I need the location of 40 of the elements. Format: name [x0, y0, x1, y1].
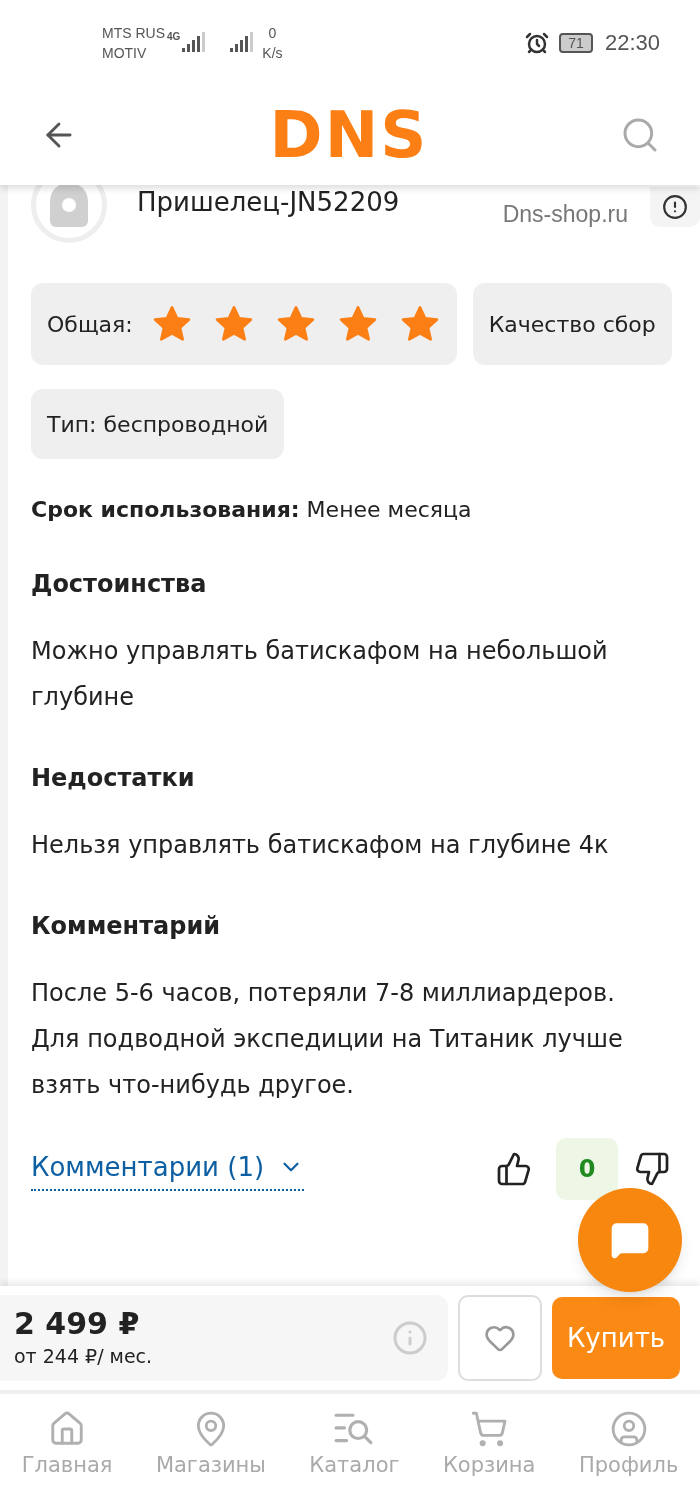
review-source: Dns-shop.ru — [502, 200, 628, 229]
nav-tab[interactable]: Профиль — [578, 1409, 679, 1482]
product-price: 2 499 ₽ — [14, 1305, 141, 1342]
section-text: Нельзя управлять батискафом на глубине 4к — [31, 830, 610, 861]
thumbs-up-icon — [496, 1151, 532, 1187]
thumbs-down-icon — [634, 1151, 670, 1187]
nav-tab[interactable]: Магазины — [155, 1409, 266, 1482]
report-button[interactable] — [650, 187, 700, 227]
clock-time: 22:30 — [604, 29, 660, 57]
author-name: Пришелец-JN52209 — [137, 186, 400, 219]
battery-indicator: 71 — [558, 32, 593, 53]
carrier-name: MTS RUS MOTIV — [102, 23, 165, 63]
network-speed: 0 K/s — [262, 23, 283, 63]
nav-tab[interactable]: Главная — [21, 1409, 113, 1482]
section-text: Можно управлять батискафом на небольшой глубине — [31, 636, 609, 713]
comments-link[interactable]: Комментарии (1) — [31, 1147, 305, 1191]
rating-label: Общая: — [47, 310, 133, 339]
section-text: После 5-6 часов, потеряли 7-8 миллиардеров. Для подводной экспедиции на Титаник лучше взять что-нибудь другое. — [31, 978, 624, 1101]
usage-period: Срок использования: Менее месяца — [31, 496, 473, 524]
dislike-button[interactable] — [634, 1151, 670, 1187]
network-type: 4G — [167, 30, 181, 44]
nav-tab[interactable]: Корзина — [442, 1409, 536, 1482]
like-count: 0 — [556, 1138, 618, 1200]
nav-tab[interactable]: Каталог — [309, 1409, 400, 1482]
rating-label: Качество сбор — [488, 310, 656, 339]
store-logo: DNS — [269, 103, 429, 167]
section-title: Недостатки — [31, 763, 196, 794]
alarm-icon — [524, 30, 549, 55]
chat-bubble-icon — [610, 1220, 650, 1260]
favorite-button[interactable] — [458, 1295, 542, 1381]
section-title: Достоинства — [31, 569, 208, 600]
cart-icon — [470, 1409, 509, 1448]
installment-price: от 244 ₽/ мес. — [14, 1343, 154, 1369]
buy-button[interactable]: Купить — [552, 1297, 680, 1379]
warning-icon — [662, 194, 688, 220]
info-icon — [392, 1320, 428, 1356]
like-button[interactable] — [496, 1151, 532, 1187]
section-title: Комментарий — [31, 911, 222, 942]
profile-icon — [609, 1409, 648, 1448]
feature-tag: Тип: беспроводной — [31, 389, 285, 459]
